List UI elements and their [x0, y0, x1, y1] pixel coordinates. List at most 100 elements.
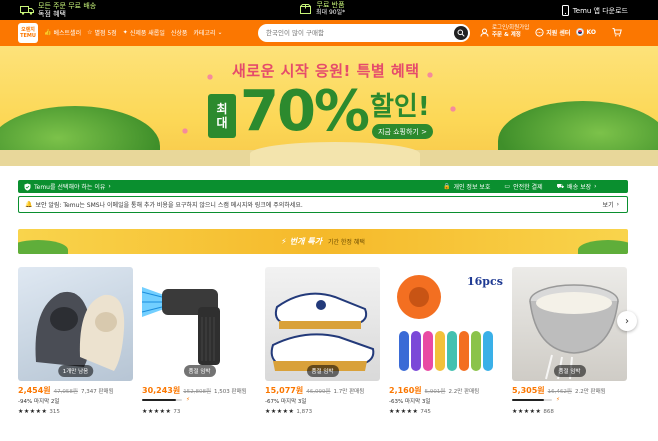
search-bar — [258, 24, 470, 42]
stock-tag: 품절 임박 — [553, 365, 586, 377]
badge-top: 최 — [216, 102, 228, 116]
bell-icon: 🔔 — [25, 201, 33, 208]
banner-max-badge: 최 대 — [208, 94, 236, 138]
stock-progress-fill — [142, 399, 176, 401]
notice-view-label: 보기 — [602, 202, 614, 209]
language-selector[interactable]: KO — [576, 28, 596, 36]
sold-count: 7,347 판매됨 — [80, 389, 114, 395]
free-shipping-promo[interactable]: 모든 주문 무료 배송 독점 혜택 — [20, 2, 96, 18]
carousel-next-button[interactable]: › — [617, 311, 637, 331]
banner-percent: 70% — [240, 79, 370, 144]
price: 5,305원 — [512, 386, 545, 395]
star-rating-icon: ★★★★★ — [142, 408, 172, 415]
balaclava-illustration — [35, 291, 125, 371]
main-header: 오렌지 TEMU 👍 베스트셀러 ☆ 별점 5점 ✦ 신제품 새롭일 신상품 카… — [0, 20, 658, 46]
header-nav: 👍 베스트셀러 ☆ 별점 5점 ✦ 신제품 새롭일 신상품 카테고리 ⌄ — [44, 28, 223, 37]
sneaker-illustration — [270, 292, 375, 371]
discount-info: -94% 마지막 2일 — [18, 399, 60, 405]
nav-label: 카테고리 — [193, 30, 216, 37]
shipping-line1: 모든 주문 무료 배송 — [38, 2, 97, 10]
flower-decoration — [448, 104, 458, 114]
notice-view-link[interactable]: 보기 › — [603, 200, 619, 209]
price: 2,160원 — [389, 386, 422, 395]
trust-payment[interactable]: ▭ 안전한 결제 — [504, 182, 542, 191]
rating-count: 1,873 — [296, 408, 313, 415]
notice-text: 보안 알림: Temu는 SMS나 이메일을 통해 추가 비용을 요구하지 않으… — [35, 202, 303, 209]
login-account[interactable]: 로그인/회원가입 주문 & 계정 — [480, 25, 529, 39]
truck-icon — [20, 6, 34, 15]
hero-banner[interactable]: 새로운 시작 응원! 특별 혜택 최 대 70% 할인! 지금 쇼핑하기 > — [0, 46, 658, 166]
nav-five-stars[interactable]: ☆ 별점 5점 — [87, 28, 117, 37]
deals-bush-decoration — [578, 240, 628, 254]
lock-icon: 🔒 — [443, 183, 451, 190]
flower-decoration — [425, 70, 435, 80]
chevron-right-icon: › — [108, 183, 111, 190]
banner-path — [250, 142, 420, 166]
star-rating-icon: ★★★★★ — [18, 408, 48, 415]
star-rating-icon: ★★★★★ — [265, 408, 295, 415]
login-line1: 로그인/회원가입 — [492, 25, 530, 31]
original-price: 152,808원 — [183, 389, 212, 395]
lang-label: KO — [586, 28, 596, 36]
nav-bestsellers[interactable]: 👍 베스트셀러 — [44, 28, 81, 37]
free-returns-promo[interactable]: 무료 반품 최대 90일* — [300, 1, 345, 17]
chevron-right-icon: › — [625, 315, 629, 327]
nav-label: 별점 5점 — [94, 30, 117, 37]
cart-button[interactable] — [612, 27, 622, 37]
logo-line2: TEMU — [20, 33, 36, 39]
trust-delivery[interactable]: ⛟ 배송 보장 › — [556, 182, 597, 192]
price: 2,454원 — [18, 386, 51, 395]
product-image-blower[interactable]: 품절 임박 — [142, 267, 257, 381]
banner-headline: 새로운 시작 응원! 특별 혜택 — [232, 62, 420, 80]
box-icon — [300, 4, 311, 14]
payment-label: 안전한 결제 — [513, 184, 543, 191]
stock-tag: 품절 임박 — [183, 365, 216, 377]
flower-decoration — [205, 72, 215, 82]
stock-tag: 품절 임박 — [306, 365, 339, 377]
lightning-deals-banner[interactable]: ⚡ 번개 특가 기간 한정 혜택 — [18, 229, 628, 254]
nav-categories[interactable]: 카테고리 ⌄ — [193, 28, 222, 37]
top-promo-bar: 모든 주문 무료 배송 독점 혜택 무료 반품 최대 90일* Temu 앱 다… — [0, 0, 658, 20]
korea-flag-icon — [576, 28, 585, 36]
chat-icon — [535, 27, 544, 37]
app-download-link[interactable]: Temu 앱 다운로드 — [561, 5, 628, 16]
returns-line2: 최대 90일* — [316, 9, 346, 16]
price: 30,243원 — [142, 386, 181, 395]
login-line2: 주문 & 계정 — [492, 32, 521, 38]
sold-count: 2.2만 판매됨 — [448, 389, 480, 395]
shop-now-button[interactable]: 지금 쇼핑하기 > — [372, 124, 433, 139]
nav-new-arrivals[interactable]: 신상품 — [171, 28, 188, 37]
strainer-illustration — [529, 284, 619, 380]
product-image-hood[interactable]: 1개만 남음 — [18, 267, 133, 381]
support-center[interactable]: 지원 센터 — [535, 27, 570, 37]
search-button[interactable] — [454, 26, 468, 40]
phone-icon — [561, 5, 569, 16]
cart-icon — [612, 27, 622, 36]
trust-bar[interactable]: Temu를 선택해야 하는 이유 › 🔒 개인 정보 보호 ▭ 안전한 결제 ⛟… — [18, 180, 628, 193]
chevron-down-icon: ⌄ — [217, 29, 223, 36]
temu-logo[interactable]: 오렌지 TEMU — [18, 23, 38, 43]
discount-info: -63% 마지막 3일 — [389, 399, 431, 405]
price: 15,077원 — [265, 386, 304, 395]
stock-progress-fill — [512, 399, 544, 401]
star-rating-icon: ★★★★★ — [389, 408, 419, 415]
truck-icon: ⛟ — [556, 182, 565, 190]
search-input[interactable] — [266, 27, 446, 39]
product-image-strainer[interactable]: 품절 임박 — [512, 267, 627, 381]
chevron-right-icon: › — [616, 201, 619, 208]
original-price: 5,901원 — [424, 389, 446, 395]
sparkle-icon: ✦ — [122, 29, 128, 36]
product-image-wheel-covers[interactable]: 16pcs — [389, 267, 504, 381]
app-download-label: Temu 앱 다운로드 — [572, 6, 628, 15]
trust-privacy[interactable]: 🔒 개인 정보 보호 — [443, 182, 490, 191]
stock-progress-bar — [512, 399, 552, 401]
product-image-sneaker[interactable]: 품절 임박 — [265, 267, 380, 381]
flower-decoration — [180, 126, 190, 136]
user-icon — [480, 28, 489, 37]
shipping-line2: 독점 혜택 — [38, 10, 66, 18]
rating-count: 745 — [420, 408, 431, 415]
original-price: 16,462원 — [547, 389, 572, 395]
rating-count: 73 — [173, 408, 181, 415]
deals-subtitle: 기간 한정 혜택 — [327, 239, 365, 246]
nav-new-products[interactable]: ✦ 신제품 새롭일 — [123, 28, 165, 37]
